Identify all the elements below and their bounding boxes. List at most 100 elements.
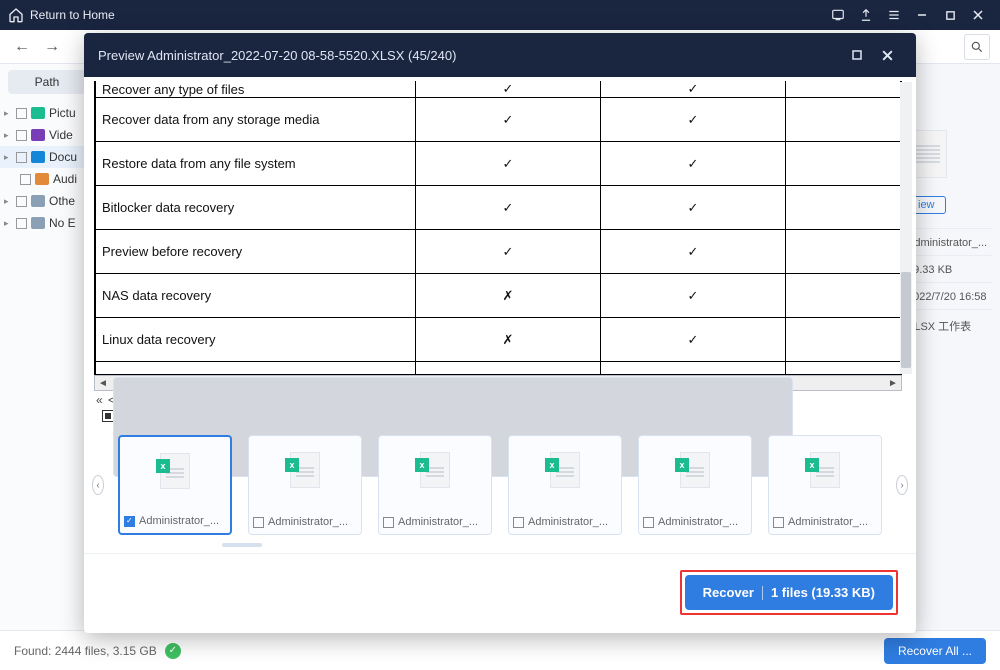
tree-checkbox[interactable]	[16, 130, 27, 141]
tree-label: Pictu	[49, 106, 76, 120]
col2-cell: ✓	[601, 81, 786, 98]
col1-cell: ✗	[416, 318, 601, 362]
sidebar-item[interactable]: ▸No E	[0, 212, 94, 234]
return-home-link[interactable]: Return to Home	[30, 8, 115, 22]
spreadsheet-preview: Recover any type of files✓✓Recover data …	[84, 77, 916, 397]
file-thumbnail[interactable]: xAdministrator_...	[638, 435, 752, 535]
search-button[interactable]	[964, 34, 990, 60]
modal-title: Preview Administrator_2022-07-20 08-58-5…	[98, 48, 456, 63]
sidebar-item[interactable]: ▸Pictu	[0, 102, 94, 124]
col1-cell: ✗	[416, 274, 601, 318]
sidebar-item[interactable]: ▸Othe	[0, 190, 94, 212]
back-button[interactable]: ←	[10, 35, 34, 59]
sidebar-item[interactable]: ▸Docu	[0, 146, 94, 168]
forward-button[interactable]: →	[40, 35, 64, 59]
col1-cell: ✓	[416, 230, 601, 274]
col1-cell: ✓	[416, 81, 601, 98]
sidebar-item[interactable]: Audi	[0, 168, 94, 190]
folder-icon	[31, 151, 45, 163]
col1-cell: ✓	[416, 142, 601, 186]
thumb-checkbox[interactable]	[383, 517, 394, 528]
feature-cell: Provide remote consultation and assistan…	[96, 362, 416, 376]
tree-label: No E	[49, 216, 76, 230]
recover-all-button[interactable]: Recover All ...	[884, 638, 986, 664]
xlsx-badge-icon: x	[545, 458, 559, 472]
thumb-checkbox[interactable]	[643, 517, 654, 528]
close-button[interactable]	[964, 0, 992, 30]
spreadsheet-table: Recover any type of files✓✓Recover data …	[95, 81, 901, 375]
detail-date: 2022/7/20 16:58	[907, 282, 992, 309]
tree-label: Othe	[49, 194, 75, 208]
folder-icon	[31, 217, 45, 229]
thumb-checkbox[interactable]	[253, 517, 264, 528]
feature-cell: Preview before recovery	[96, 230, 416, 274]
thumbs-next-button[interactable]: ›	[896, 475, 908, 495]
col2-cell: ✓	[601, 274, 786, 318]
share-icon[interactable]	[852, 0, 880, 30]
thumb-label: Administrator_...	[788, 516, 868, 528]
col3-cell	[786, 81, 901, 98]
col3-cell	[786, 362, 901, 376]
col3-cell	[786, 318, 901, 362]
thumb-label: Administrator_...	[658, 516, 738, 528]
tree-checkbox[interactable]	[16, 108, 27, 119]
details-panel: iew Administrator_... 19.33 KB 2022/7/20…	[907, 130, 992, 340]
feature-cell: NAS data recovery	[96, 274, 416, 318]
tree-checkbox[interactable]	[20, 174, 31, 185]
xlsx-badge-icon: x	[415, 458, 429, 472]
tree-checkbox[interactable]	[16, 218, 27, 229]
col3-cell	[786, 186, 901, 230]
vertical-scrollbar[interactable]	[900, 82, 912, 374]
col3-cell	[786, 274, 901, 318]
home-icon[interactable]	[8, 7, 24, 23]
detail-size: 19.33 KB	[907, 255, 992, 282]
col3-cell	[786, 142, 901, 186]
tree-label: Audi	[53, 172, 77, 186]
file-thumbnail[interactable]: x Administrator_...	[248, 435, 362, 535]
thumb-label: Administrator_...	[398, 516, 478, 528]
thumb-checkbox[interactable]	[124, 516, 135, 527]
preview-modal: Preview Administrator_2022-07-20 08-58-5…	[84, 33, 916, 633]
maximize-button[interactable]	[936, 0, 964, 30]
file-thumbnail[interactable]: xAdministrator_...	[118, 435, 232, 535]
feature-cell: Linux data recovery	[96, 318, 416, 362]
recover-button[interactable]: Recover 1 files (19.33 KB)	[685, 575, 893, 610]
thumb-label: Administrator_...	[268, 516, 348, 528]
detail-type: XLSX 工作表	[907, 309, 992, 340]
col3-cell	[786, 98, 901, 142]
tree-checkbox[interactable]	[16, 152, 27, 163]
modal-close-button[interactable]	[872, 40, 902, 70]
thumb-checkbox[interactable]	[773, 517, 784, 528]
status-bar: Found: 2444 files, 3.15 GB ✓ Recover All…	[0, 630, 1000, 670]
status-complete-icon: ✓	[165, 643, 181, 659]
horizontal-scrollbar[interactable]: ◄►	[94, 375, 902, 391]
recover-button-label: Recover	[703, 585, 754, 600]
thumb-label: Administrator_...	[139, 515, 219, 527]
thumb-label: Administrator_...	[528, 516, 608, 528]
folder-icon	[31, 129, 45, 141]
folder-icon	[35, 173, 49, 185]
col1-cell: ✓	[416, 98, 601, 142]
modal-maximize-button[interactable]	[842, 40, 872, 70]
file-thumbnail[interactable]: x Administrator_...	[508, 435, 622, 535]
menu-icon[interactable]	[880, 0, 908, 30]
folder-icon	[31, 195, 45, 207]
thumbs-prev-button[interactable]: ‹	[92, 475, 104, 495]
xlsx-badge-icon: x	[285, 458, 299, 472]
thumb-checkbox[interactable]	[513, 517, 524, 528]
tree-checkbox[interactable]	[16, 196, 27, 207]
feedback-icon[interactable]	[824, 0, 852, 30]
tree-label: Vide	[49, 128, 73, 142]
col2-cell: ✓	[601, 98, 786, 142]
folder-icon	[31, 107, 45, 119]
sidebar-item[interactable]: ▸Vide	[0, 124, 94, 146]
file-thumbnail[interactable]: xAdministrator_...	[768, 435, 882, 535]
file-thumbnail[interactable]: x Administrator_...	[378, 435, 492, 535]
recover-button-info: 1 files (19.33 KB)	[771, 585, 875, 600]
modal-titlebar: Preview Administrator_2022-07-20 08-58-5…	[84, 33, 916, 77]
thumbs-progress	[102, 543, 898, 549]
minimize-button[interactable]	[908, 0, 936, 30]
col2-cell: ✓	[601, 318, 786, 362]
recover-button-highlight: Recover 1 files (19.33 KB)	[680, 570, 898, 615]
path-tab[interactable]: Path	[8, 70, 86, 94]
